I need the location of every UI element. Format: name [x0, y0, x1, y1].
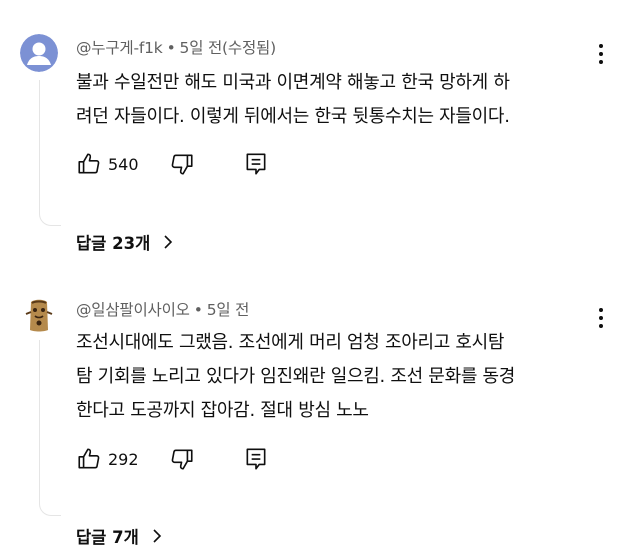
- edited-label: (수정됨): [222, 39, 276, 57]
- view-replies-button[interactable]: 답글 23개: [76, 230, 174, 254]
- author-name[interactable]: @일삼팔이사이오: [76, 301, 190, 319]
- thread-line: [39, 80, 61, 226]
- avatar[interactable]: [20, 34, 58, 72]
- thread-line: [39, 340, 61, 516]
- comment-line: 한다고 도공까지 잡아감. 절대 방심 노노: [76, 400, 369, 421]
- chevron-right-icon: [153, 529, 161, 543]
- replies-label: 답글 7개: [76, 528, 139, 547]
- reply-icon[interactable]: [243, 446, 269, 472]
- comment-header: @일삼팔이사이오 • 5일 전: [76, 301, 250, 319]
- replies-label: 답글 23개: [76, 234, 151, 253]
- view-replies-button[interactable]: 답글 7개: [76, 524, 163, 548]
- like-count: 292: [108, 449, 139, 469]
- comment: @누구게-f1k • 5일 전(수정됨) 불과 수일전만 해도 미국과 이면계약 해…: [0, 0, 640, 262]
- comments-page: @누구게-f1k • 5일 전(수정됨) 불과 수일전만 해도 미국과 이면계약 해…: [0, 0, 640, 560]
- default-person-avatar-icon: [20, 34, 58, 72]
- comment-actions: 292: [76, 445, 269, 473]
- reply-icon[interactable]: [243, 151, 269, 177]
- dislike-icon[interactable]: [169, 151, 195, 177]
- comment-line: 불과 수일전만 해도 미국과 이면계약 해놓고 한국 망하게 하: [76, 72, 510, 93]
- chevron-right-icon: [164, 235, 173, 249]
- like-icon[interactable]: [76, 446, 102, 472]
- cartoon-character-avatar-icon: [20, 296, 58, 334]
- more-options-icon[interactable]: [598, 308, 604, 328]
- comment-time[interactable]: 5일 전: [180, 39, 223, 57]
- comment-header: @누구게-f1k • 5일 전(수정됨): [76, 39, 276, 57]
- comment-line: 조선시대에도 그랬음. 조선에게 머리 엄청 조아리고 호시탐: [76, 332, 505, 353]
- dislike-icon[interactable]: [169, 446, 195, 472]
- author-name[interactable]: @누구게-f1k: [76, 39, 163, 57]
- like-count: 540: [108, 154, 139, 174]
- comment-text: 조선시대에도 그랬음. 조선에게 머리 엄청 조아리고 호시탐 탐 기회를 노리…: [76, 326, 596, 428]
- avatar[interactable]: [20, 296, 58, 334]
- comment-text: 불과 수일전만 해도 미국과 이면계약 해놓고 한국 망하게 하 려던 자들이다…: [76, 66, 596, 134]
- more-options-icon[interactable]: [598, 44, 604, 64]
- comment-time[interactable]: 5일 전: [207, 301, 250, 319]
- comment: @일삼팔이사이오 • 5일 전 조선시대에도 그랬음. 조선에게 머리 엄청 조아리…: [0, 270, 640, 560]
- comment-line: 려던 자들이다. 이렇게 뒤에서는 한국 뒷통수치는 자들이다.: [76, 106, 510, 127]
- comment-actions: 540: [76, 150, 269, 178]
- comment-line: 탐 기회를 노리고 있다가 임진왜란 일으킴. 조선 문화를 동경: [76, 366, 516, 387]
- like-icon[interactable]: [76, 151, 102, 177]
